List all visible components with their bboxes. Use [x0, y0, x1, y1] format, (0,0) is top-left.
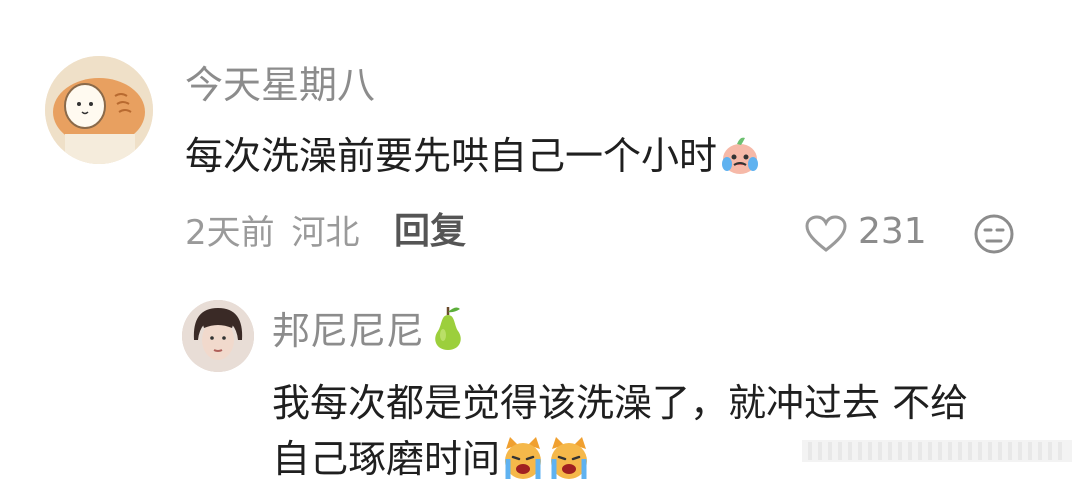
avatar-image: [182, 300, 254, 372]
crying-emoji-icon: [722, 137, 759, 174]
reply-text-line2: 自己琢磨时间: [272, 436, 592, 481]
watermark-pattern: [802, 440, 1072, 462]
comment-meta: 2天前 河北: [185, 216, 359, 250]
reply-text-line1: 我每次都是觉得该洗澡了，就冲过去 不给: [272, 381, 969, 425]
like-count: 231: [858, 211, 927, 252]
cat-crying-emoji-icon: [505, 436, 542, 479]
avatar-image: [45, 56, 153, 164]
comment-item: 今天星期八 每次洗澡前要先哄自己一个小时 2天前 河北 回复 231: [0, 0, 1080, 290]
username[interactable]: 今天星期八: [185, 66, 375, 104]
comment-location: 河北: [291, 213, 360, 253]
comment-time: 2天前: [185, 213, 275, 253]
avatar[interactable]: [182, 300, 254, 372]
reply-button[interactable]: 回复: [394, 214, 466, 250]
comment-text: 每次洗澡前要先哄自己一个小时: [185, 137, 763, 178]
cat-crying-emoji-icon: [551, 436, 588, 479]
heart-icon[interactable]: [805, 215, 847, 253]
avatar[interactable]: [45, 56, 153, 164]
comment-body: 每次洗澡前要先哄自己一个小时: [185, 134, 718, 178]
reply-username: 邦尼尼尼: [272, 306, 470, 353]
reply-text-line2-body: 自己琢磨时间: [272, 437, 501, 481]
pear-icon: [435, 306, 461, 350]
username[interactable]: 邦尼尼尼: [272, 309, 424, 353]
dislike-face-icon[interactable]: [973, 213, 1015, 255]
